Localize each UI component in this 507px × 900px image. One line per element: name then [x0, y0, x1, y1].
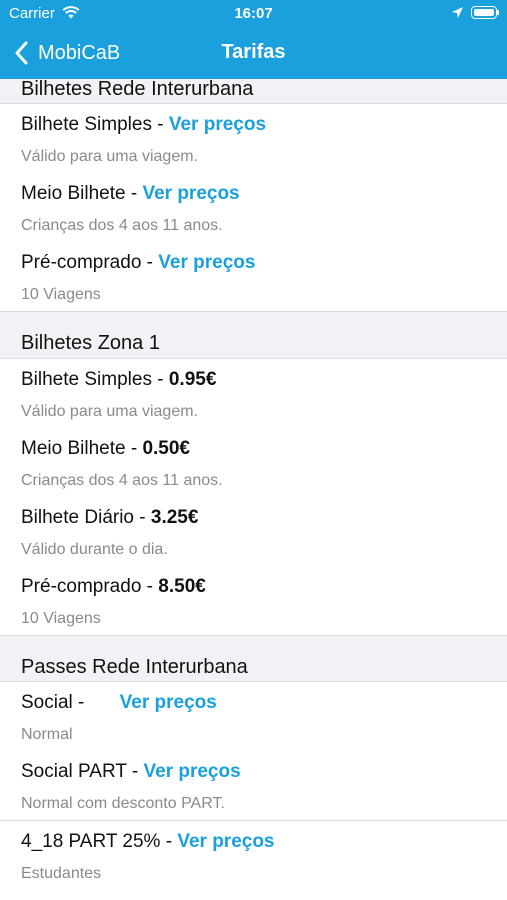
- tariff-list: Bilhetes Rede Interurbana Bilhete Simple…: [0, 78, 507, 890]
- section-title: Bilhetes Rede Interurbana: [21, 78, 254, 100]
- view-prices-link[interactable]: Ver preços: [144, 761, 241, 782]
- app-header: Carrier 16:07 MobiCaB Tarifas: [0, 0, 507, 79]
- item-subtitle: Normal com desconto PART.: [21, 795, 225, 812]
- list-item: Bilhete Diário - 3.25€ Válido durante o …: [0, 497, 507, 566]
- item-subtitle: Válido para uma viagem.: [21, 148, 198, 165]
- item-label: Social -: [21, 692, 90, 713]
- view-prices-link[interactable]: Ver preços: [177, 831, 274, 852]
- list-item: Bilhete Simples - 0.95€ Válido para uma …: [0, 359, 507, 428]
- item-price: 3.25€: [150, 507, 199, 528]
- page-title: Tarifas: [221, 41, 286, 63]
- item-subtitle: Normal: [21, 726, 73, 743]
- item-price: 0.50€: [142, 438, 190, 459]
- view-prices-link[interactable]: Ver preços: [158, 252, 255, 273]
- item-label: Pré-comprado -: [21, 252, 159, 273]
- item-label: Bilhete Simples -: [21, 114, 169, 135]
- view-prices-link[interactable]: Ver preços: [169, 114, 266, 135]
- location-arrow-icon: [452, 7, 463, 18]
- item-subtitle: Crianças dos 4 aos 11 anos.: [21, 217, 223, 234]
- list-item: 4_18 PART 25% - Ver preços Estudantes: [0, 821, 507, 890]
- item-subtitle: Estudantes: [21, 865, 102, 882]
- item-label: Bilhete Diário -: [21, 507, 151, 528]
- section-title: Passes Rede Interurbana: [21, 656, 248, 678]
- item-subtitle: 10 Viagens: [21, 610, 101, 627]
- list-item: Meio Bilhete - Ver preços Crianças dos 4…: [0, 173, 507, 242]
- section-header: Bilhetes Rede Interurbana: [0, 78, 507, 104]
- item-label: 4_18 PART 25% -: [21, 831, 178, 852]
- view-prices-link[interactable]: Ver preços: [120, 692, 217, 713]
- item-subtitle: 10 Viagens: [21, 286, 101, 303]
- battery-icon: [471, 6, 499, 19]
- item-subtitle: Válido para uma viagem.: [21, 403, 198, 420]
- item-subtitle: Crianças dos 4 aos 11 anos.: [21, 472, 223, 489]
- item-price: 8.50€: [158, 576, 206, 597]
- list-item: Pré-comprado - Ver preços 10 Viagens: [0, 242, 507, 311]
- item-label: Bilhete Simples -: [21, 369, 169, 390]
- navigation-bar: MobiCaB Tarifas: [0, 28, 507, 79]
- item-price: 0.95€: [168, 369, 217, 390]
- list-item: Social - Ver preços Normal: [0, 682, 507, 751]
- item-label: Social PART -: [21, 761, 144, 782]
- view-prices-link[interactable]: Ver preços: [142, 183, 239, 204]
- list-item: Pré-comprado - 8.50€ 10 Viagens: [0, 566, 507, 635]
- status-time: 16:07: [234, 5, 273, 22]
- section-header: Bilhetes Zona 1: [0, 311, 507, 359]
- status-bar: Carrier 16:07: [0, 0, 507, 28]
- item-label: Meio Bilhete -: [21, 183, 143, 204]
- section-title: Bilhetes Zona 1: [21, 332, 160, 354]
- section-header: Passes Rede Interurbana: [0, 635, 507, 682]
- item-subtitle: Válido durante o dia.: [21, 541, 168, 558]
- list-item: Social PART - Ver preços Normal com desc…: [0, 751, 507, 821]
- item-label: Meio Bilhete -: [21, 438, 143, 459]
- list-item: Meio Bilhete - 0.50€ Crianças dos 4 aos …: [0, 428, 507, 497]
- item-label: Pré-comprado -: [21, 576, 159, 597]
- list-item: Bilhete Simples - Ver preços Válido para…: [0, 104, 507, 173]
